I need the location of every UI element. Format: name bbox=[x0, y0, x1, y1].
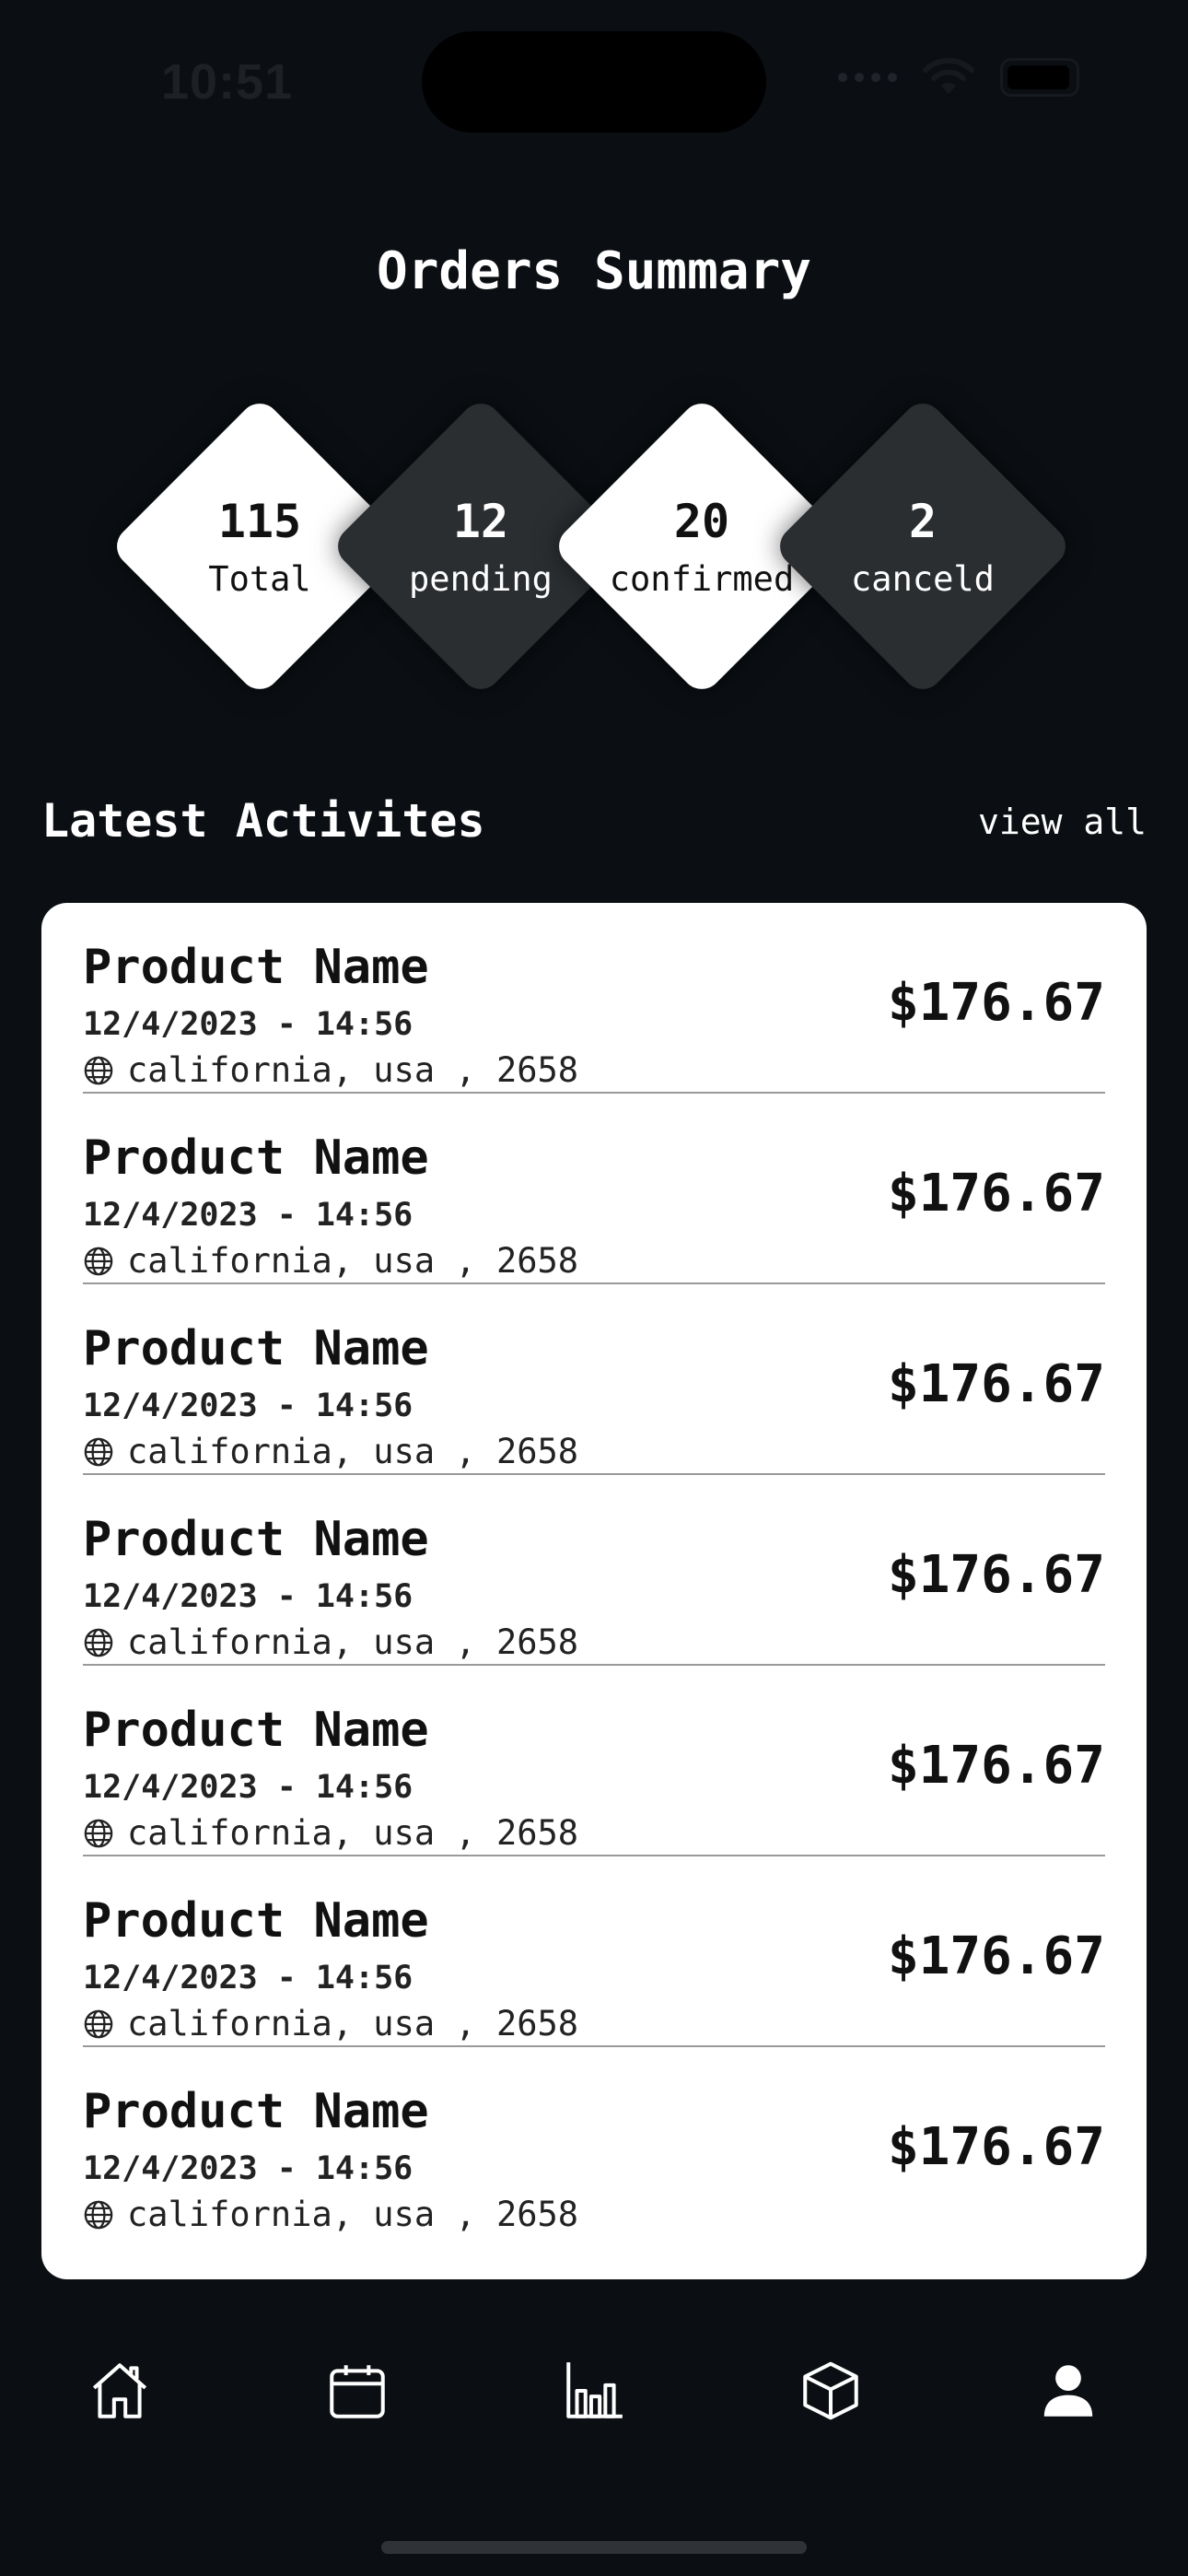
order-date: 12/4/2023 - 14:56 bbox=[83, 2150, 413, 2187]
calendar-icon bbox=[330, 2365, 385, 2418]
globe-icon bbox=[84, 1437, 113, 1466]
product-name: Product Name bbox=[83, 1130, 429, 1186]
location-text: california, usa , 2658 bbox=[127, 1432, 579, 1471]
product-name: Product Name bbox=[83, 1512, 429, 1567]
tab-profile[interactable] bbox=[1027, 2349, 1110, 2432]
order-price: $176.67 bbox=[887, 1545, 1105, 1605]
profile-icon bbox=[1043, 2365, 1093, 2417]
order-location: california, usa , 2658 bbox=[83, 1241, 578, 1281]
status-time: 10:51 bbox=[161, 54, 294, 110]
order-date: 12/4/2023 - 14:56 bbox=[83, 1388, 413, 1424]
order-date: 12/4/2023 - 14:56 bbox=[83, 1960, 413, 1996]
list-item[interactable]: Product Name 12/4/2023 - 14:56 californi… bbox=[83, 1666, 1105, 1856]
battery-icon bbox=[1000, 58, 1079, 97]
tab-products[interactable] bbox=[789, 2349, 872, 2432]
list-item[interactable]: Product Name 12/4/2023 - 14:56 californi… bbox=[83, 1475, 1105, 1666]
list-item[interactable]: Product Name 12/4/2023 - 14:56 californi… bbox=[83, 1856, 1105, 2047]
location-text: california, usa , 2658 bbox=[127, 2195, 579, 2234]
order-location: california, usa , 2658 bbox=[83, 2195, 578, 2234]
order-location: california, usa , 2658 bbox=[83, 1050, 578, 1090]
tab-home[interactable] bbox=[78, 2349, 161, 2432]
activities-card: Product Name 12/4/2023 - 14:56 californi… bbox=[41, 903, 1147, 2279]
order-price: $176.67 bbox=[887, 1736, 1105, 1796]
location-text: california, usa , 2658 bbox=[127, 1813, 579, 1853]
bar-chart-icon bbox=[566, 2362, 623, 2418]
location-text: california, usa , 2658 bbox=[127, 1241, 579, 1281]
order-date: 12/4/2023 - 14:56 bbox=[83, 1769, 413, 1806]
order-price: $176.67 bbox=[887, 1354, 1105, 1414]
dynamic-island bbox=[422, 31, 766, 133]
location-text: california, usa , 2658 bbox=[127, 2004, 579, 2043]
location-text: california, usa , 2658 bbox=[127, 1050, 579, 1090]
list-item[interactable]: Product Name 12/4/2023 - 14:56 californi… bbox=[83, 1284, 1105, 1475]
globe-icon bbox=[84, 1628, 113, 1657]
order-location: california, usa , 2658 bbox=[83, 1622, 578, 1662]
section-title: Latest Activites bbox=[41, 794, 485, 848]
order-price: $176.67 bbox=[887, 973, 1105, 1033]
globe-icon bbox=[84, 2200, 113, 2229]
home-indicator bbox=[381, 2541, 807, 2554]
order-stats: 115 Total 12 pending 20 confirmed 2 canc… bbox=[0, 394, 1188, 698]
product-name: Product Name bbox=[83, 1321, 429, 1376]
order-date: 12/4/2023 - 14:56 bbox=[83, 1006, 413, 1043]
order-price: $176.67 bbox=[887, 1164, 1105, 1224]
order-location: california, usa , 2658 bbox=[83, 1813, 578, 1853]
stat-canceled-value: 2 bbox=[908, 495, 938, 548]
product-name: Product Name bbox=[83, 2084, 429, 2139]
order-location: california, usa , 2658 bbox=[83, 2004, 578, 2043]
globe-icon bbox=[84, 1056, 113, 1084]
wifi-icon bbox=[923, 57, 974, 94]
cellular-signal-icon bbox=[838, 73, 897, 82]
product-name: Product Name bbox=[83, 1703, 429, 1758]
list-item[interactable]: Product Name 12/4/2023 - 14:56 californi… bbox=[83, 2047, 1105, 2238]
location-text: california, usa , 2658 bbox=[127, 1622, 579, 1662]
order-date: 12/4/2023 - 14:56 bbox=[83, 1197, 413, 1234]
tab-analytics[interactable] bbox=[553, 2349, 635, 2432]
product-name: Product Name bbox=[83, 940, 429, 995]
globe-icon bbox=[84, 1819, 113, 1847]
order-price: $176.67 bbox=[887, 2117, 1105, 2177]
order-date: 12/4/2023 - 14:56 bbox=[83, 1578, 413, 1615]
stat-canceled-label: canceld bbox=[851, 559, 995, 599]
home-icon bbox=[92, 2363, 147, 2418]
stat-canceled[interactable]: 2 canceld bbox=[771, 394, 1075, 698]
order-price: $176.67 bbox=[887, 1926, 1105, 1986]
view-all-link[interactable]: view all bbox=[978, 802, 1147, 842]
page-title: Orders Summary bbox=[376, 241, 811, 301]
status-indicators bbox=[838, 57, 1079, 98]
tab-bar bbox=[0, 2349, 1188, 2432]
tab-calendar[interactable] bbox=[316, 2349, 399, 2432]
order-location: california, usa , 2658 bbox=[83, 1432, 578, 1471]
globe-icon bbox=[84, 2009, 113, 2038]
list-item[interactable]: Product Name 12/4/2023 - 14:56 californi… bbox=[83, 903, 1105, 1094]
box-icon bbox=[803, 2361, 858, 2420]
globe-icon bbox=[84, 1247, 113, 1275]
list-item[interactable]: Product Name 12/4/2023 - 14:56 californi… bbox=[83, 1094, 1105, 1284]
product-name: Product Name bbox=[83, 1893, 429, 1949]
